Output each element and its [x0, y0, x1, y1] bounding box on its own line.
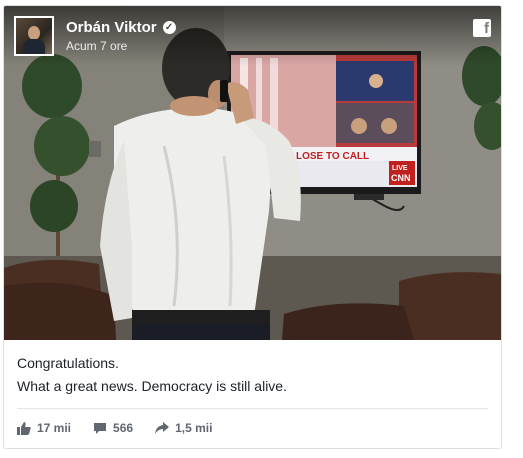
caption-line-2: What a great news. Democracy is still al…: [17, 378, 287, 394]
author-name-row[interactable]: Orbán Viktor ✓: [66, 19, 176, 36]
engagement-stats: 17 mii 566 1,5 mii: [17, 421, 212, 435]
header-gradient: [4, 6, 501, 66]
facebook-icon[interactable]: f: [473, 19, 491, 37]
author-name[interactable]: Orbán Viktor: [66, 19, 157, 36]
post-timestamp[interactable]: Acum 7 ore: [66, 39, 127, 53]
likes-count: 17 mii: [37, 421, 72, 435]
shares-stat[interactable]: 1,5 mii: [155, 421, 212, 435]
post-caption: Congratulations. What a great news. Demo…: [17, 352, 287, 398]
caption-line-1: Congratulations.: [17, 355, 119, 371]
tv-network-logo: CNN: [391, 173, 411, 183]
thumbs-up-icon: [17, 421, 31, 435]
share-arrow-icon: [155, 422, 170, 434]
verified-check-icon: ✓: [162, 21, 176, 34]
author-avatar[interactable]: [14, 16, 54, 56]
likes-stat[interactable]: 17 mii: [17, 421, 71, 435]
tv-banner-text: LOSE TO CALL: [296, 151, 369, 162]
comment-icon: [94, 422, 107, 434]
comments-stat[interactable]: 566: [93, 421, 133, 435]
post-photo[interactable]: LOSE TO CALL LIVE CNN: [4, 6, 501, 340]
comments-count: 566: [113, 421, 134, 435]
divider: [17, 408, 488, 409]
tv-live-badge: LIVE: [392, 165, 408, 172]
shares-count: 1,5 mii: [175, 421, 213, 435]
facebook-post-card: LOSE TO CALL LIVE CNN Orbán Viktor ✓ Acum …: [3, 5, 502, 449]
